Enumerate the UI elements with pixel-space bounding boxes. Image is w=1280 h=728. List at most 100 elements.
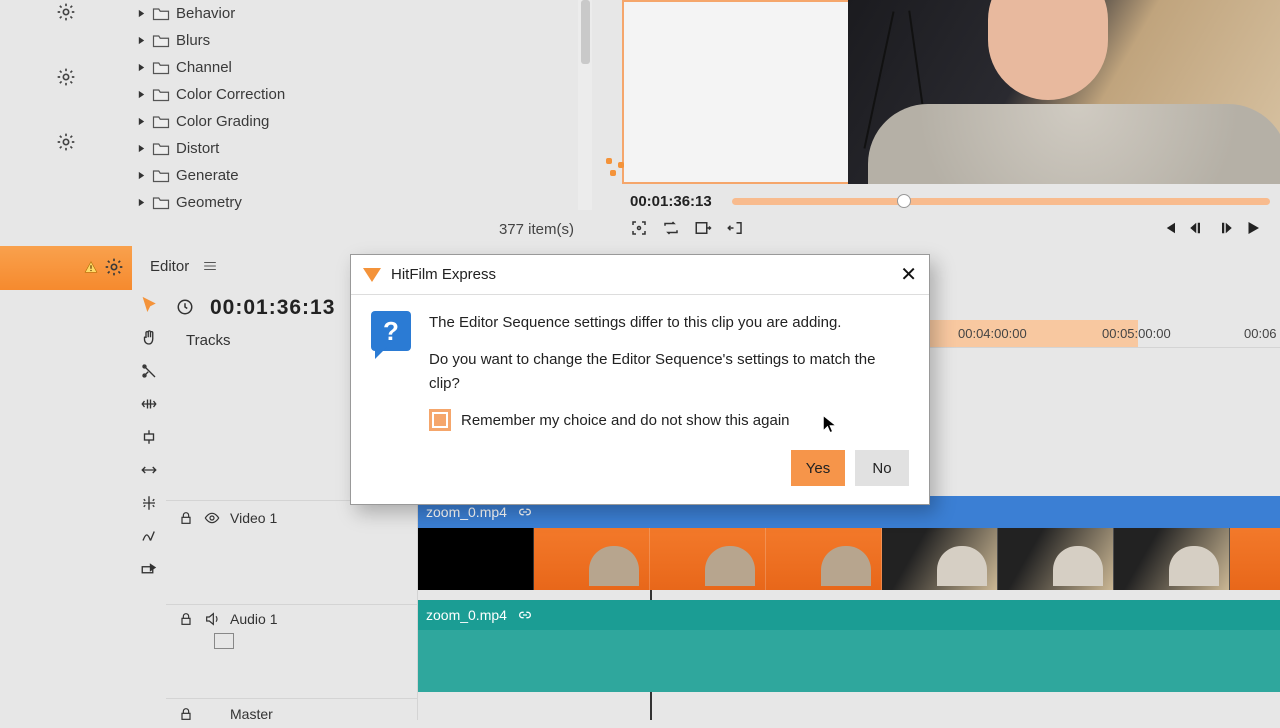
question-icon [371, 311, 411, 351]
audio-meter-icon[interactable] [214, 633, 234, 649]
lock-icon[interactable] [178, 706, 194, 722]
prev-frame-icon[interactable] [1160, 219, 1178, 240]
select-tool-icon[interactable] [138, 294, 160, 319]
gear-icon[interactable] [104, 257, 124, 280]
folder-icon [150, 33, 172, 48]
chevron-right-icon [132, 63, 150, 72]
viewer-options-row [630, 219, 744, 240]
hand-tool-icon[interactable] [138, 327, 160, 352]
ruler-tick: 00:06 [1244, 326, 1277, 341]
effects-folder-label: Behavior [172, 5, 235, 22]
effects-folder[interactable]: Color Grading [132, 108, 592, 135]
audio-clip[interactable]: zoom_0.mp4 [418, 600, 1280, 630]
video-thumbnails[interactable] [418, 528, 1280, 590]
lock-icon[interactable] [178, 611, 194, 627]
ruler-tick: 00:05:00:00 [1102, 326, 1171, 341]
effects-folder-label: Color Correction [172, 86, 285, 103]
master-track-header[interactable]: Master [166, 698, 418, 728]
active-left-tab[interactable] [0, 246, 132, 290]
speaker-icon[interactable] [204, 611, 220, 627]
audio-track-name: Audio 1 [230, 611, 277, 627]
gear-icon[interactable] [56, 132, 76, 155]
effects-folder[interactable]: Behavior [132, 0, 592, 27]
rate-tool-icon[interactable] [138, 525, 160, 550]
editor-tab-label: Editor [150, 258, 189, 275]
audio-clip-label: zoom_0.mp4 [426, 607, 507, 623]
video-track-name: Video 1 [230, 510, 277, 526]
effects-side-gear-column [0, 0, 132, 244]
effects-folder[interactable]: Channel [132, 54, 592, 81]
play-icon[interactable] [1244, 219, 1262, 240]
warning-icon [84, 260, 98, 277]
remember-checkbox[interactable] [429, 409, 451, 431]
timeline-tool-column [132, 286, 166, 583]
folder-icon [150, 141, 172, 156]
folder-icon [150, 168, 172, 183]
add-track-icon[interactable] [138, 558, 160, 583]
link-icon [517, 607, 533, 623]
focus-icon[interactable] [630, 219, 648, 240]
editor-tab[interactable]: Editor [132, 246, 217, 286]
yes-button[interactable]: Yes [791, 450, 845, 486]
folder-icon [150, 114, 172, 129]
no-button[interactable]: No [855, 450, 909, 486]
folder-icon [150, 60, 172, 75]
effects-folder-label: Geometry [172, 194, 242, 211]
master-track-name: Master [230, 706, 273, 722]
dialog-text-2: Do you want to change the Editor Sequenc… [429, 348, 909, 395]
effects-list: Behavior Blurs Channel Color Correction … [132, 0, 592, 244]
effects-folder[interactable]: Generate [132, 162, 592, 189]
viewer-panel: 00:01:36:13 [592, 0, 1280, 244]
chevron-right-icon [132, 144, 150, 153]
chevron-right-icon [132, 90, 150, 99]
video-clip-label: zoom_0.mp4 [426, 504, 507, 520]
video-track-header[interactable]: Video 1 [166, 500, 418, 534]
menu-icon[interactable] [203, 258, 217, 274]
playback-controls [1160, 219, 1262, 240]
remember-label: Remember my choice and do not show this … [461, 409, 790, 432]
sequence-settings-dialog: HitFilm Express ✕ The Editor Sequence se… [350, 254, 930, 505]
step-back-icon[interactable] [1188, 219, 1206, 240]
close-icon[interactable]: ✕ [900, 265, 917, 285]
ripple-tool-icon[interactable] [138, 393, 160, 418]
gear-icon[interactable] [56, 2, 76, 25]
effects-folder-label: Generate [172, 167, 239, 184]
audio-waveform[interactable] [418, 630, 1280, 692]
loop-icon[interactable] [662, 219, 680, 240]
effects-folder-label: Color Grading [172, 113, 269, 130]
enter-icon[interactable] [726, 219, 744, 240]
lock-icon[interactable] [178, 510, 194, 526]
effects-folder[interactable]: Distort [132, 135, 592, 162]
viewer-scrubber[interactable] [732, 198, 1270, 205]
slice-tool-icon[interactable] [138, 360, 160, 385]
chevron-right-icon [132, 198, 150, 207]
effects-folder-label: Channel [172, 59, 232, 76]
timeline-timecode[interactable]: 00:01:36:13 [210, 296, 335, 320]
effects-scrollbar[interactable] [578, 0, 592, 210]
insert-tool-icon[interactable] [138, 426, 160, 451]
effects-folder-label: Distort [172, 140, 219, 157]
viewer-viewport[interactable] [622, 0, 1280, 184]
chevron-right-icon [132, 36, 150, 45]
effects-folder[interactable]: Blurs [132, 27, 592, 54]
audio-track-header[interactable]: Audio 1 [166, 604, 418, 664]
slip-tool-icon[interactable] [138, 459, 160, 484]
export-icon[interactable] [694, 219, 712, 240]
gear-icon[interactable] [56, 67, 76, 90]
folder-icon [150, 87, 172, 102]
chevron-right-icon [132, 9, 150, 18]
viewer-timecode: 00:01:36:13 [630, 193, 712, 210]
ruler-tick: 00:04:00:00 [958, 326, 1027, 341]
effects-folder[interactable]: Geometry [132, 189, 592, 216]
dialog-text-1: The Editor Sequence settings differ to t… [429, 311, 909, 334]
step-fwd-icon[interactable] [1216, 219, 1234, 240]
chevron-right-icon [132, 117, 150, 126]
transform-handle-icon[interactable] [606, 158, 628, 180]
effects-folder[interactable]: Color Correction [132, 81, 592, 108]
folder-icon [150, 6, 172, 21]
snap-tool-icon[interactable] [138, 492, 160, 517]
eye-icon[interactable] [204, 510, 220, 526]
dialog-title: HitFilm Express [391, 266, 496, 283]
app-logo-icon [363, 268, 381, 282]
effects-count: 377 item(s) [499, 221, 574, 238]
